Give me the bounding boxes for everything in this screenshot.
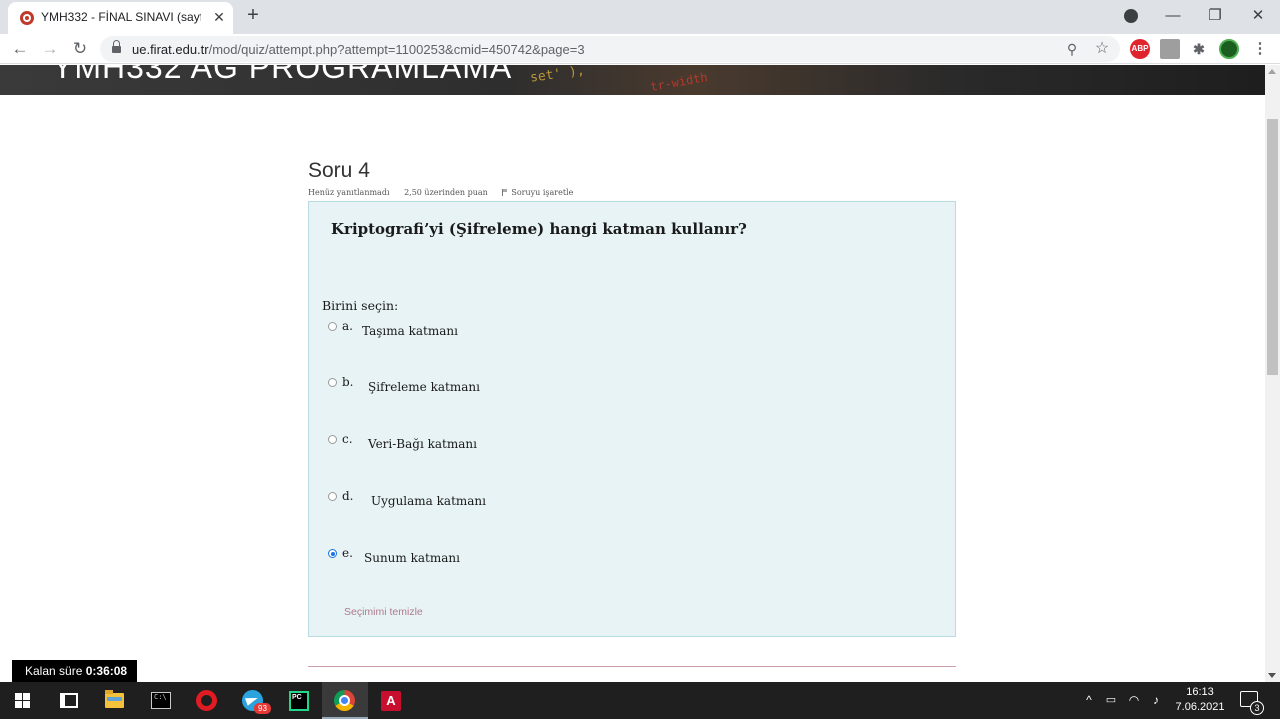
telegram-unread-badge: 93 <box>254 703 271 714</box>
answer-radio-d[interactable] <box>328 492 337 501</box>
answer-option-c[interactable]: c. Veri-Bağı katmanı <box>328 432 628 455</box>
question-info: Henüz yanıtlanmadı 2,50 üzerinden puan S… <box>308 188 597 197</box>
acrobat-button[interactable]: A <box>368 682 414 719</box>
question-text: Kriptografi’yi (Şifreleme) hangi katman … <box>331 220 747 238</box>
answer-option-e[interactable]: e. Sunum katmanı <box>328 546 628 569</box>
telegram-button[interactable]: 93 <box>230 682 276 719</box>
profile-avatar[interactable] <box>1219 39 1239 59</box>
timer-value: 0:36:08 <box>85 664 128 678</box>
section-divider <box>308 666 956 667</box>
answer-label[interactable]: Uygulama katmanı <box>371 494 486 508</box>
answer-radio-a[interactable] <box>328 322 337 331</box>
url-text[interactable]: ue.firat.edu.tr/mod/quiz/attempt.php?att… <box>132 42 585 57</box>
clock-time: 16:13 <box>1186 686 1214 698</box>
page-scrollbar[interactable] <box>1265 65 1280 682</box>
answer-radio-b[interactable] <box>328 378 337 387</box>
lock-icon[interactable] <box>112 40 121 54</box>
bookmark-star-icon[interactable]: ☆ <box>1092 39 1112 59</box>
banner-code-decoration-2: tr-width <box>649 70 709 94</box>
quiz-timer: Kalan süre 0:36:08 <box>12 660 138 682</box>
volume-icon[interactable]: ♪ <box>1146 682 1166 719</box>
new-tab-button[interactable]: + <box>242 4 264 26</box>
answer-letter: e. <box>342 546 353 560</box>
pycharm-icon: PC <box>289 691 309 711</box>
opera-icon <box>196 690 217 711</box>
answer-option-b[interactable]: b. Şifreleme katmanı <box>328 375 628 398</box>
course-banner: YMH332 AĞ PROGRAMLAMA set' ), tr-width <box>0 65 1265 95</box>
windows-taskbar: C:\ 93 PC A ^ ▭ ◠ ♪ 16:13 7.06.2021 3 <box>0 682 1280 719</box>
answer-radio-c[interactable] <box>328 435 337 444</box>
clear-choice-link[interactable]: Seçimimi temizle <box>344 606 423 618</box>
moodle-favicon-icon <box>20 11 34 25</box>
window-minimize-button[interactable]: — <box>1162 5 1184 27</box>
address-bar[interactable]: ue.firat.edu.tr/mod/quiz/attempt.php?att… <box>100 36 1120 62</box>
question-marks: 2,50 üzerinden puan <box>404 188 488 197</box>
terminal-icon: C:\ <box>151 692 171 709</box>
browser-menu-icon[interactable]: ⋮ <box>1250 39 1270 59</box>
forward-button[interactable]: → <box>38 37 62 61</box>
banner-code-decoration: set' ), <box>529 65 586 86</box>
system-clock[interactable]: 16:13 7.06.2021 <box>1170 685 1230 715</box>
wifi-icon[interactable]: ◠ <box>1124 682 1144 719</box>
zoom-icon[interactable]: ⚲ <box>1062 39 1082 59</box>
scroll-down-icon[interactable] <box>1268 673 1276 678</box>
answer-label[interactable]: Taşıma katmanı <box>362 324 458 338</box>
answer-option-a[interactable]: a. Taşıma katmanı <box>328 319 628 342</box>
show-hidden-icons-button[interactable]: ^ <box>1080 682 1098 719</box>
close-tab-icon[interactable]: ✕ <box>210 8 228 26</box>
question-content-box: Kriptografi’yi (Şifreleme) hangi katman … <box>308 201 956 637</box>
opera-button[interactable] <box>184 682 230 719</box>
answer-label[interactable]: Şifreleme katmanı <box>368 380 480 394</box>
question-number: Soru 4 <box>308 159 370 182</box>
window-restore-button[interactable]: ❐ <box>1204 5 1226 27</box>
folder-icon <box>105 690 124 708</box>
answer-letter: c. <box>342 432 353 446</box>
browser-tab-strip: YMH332 - FİNAL SINAVI (sayfa 4 / ... ✕ +… <box>0 0 1280 34</box>
answer-label[interactable]: Veri-Bağı katmanı <box>368 437 477 451</box>
terminal-button[interactable]: C:\ <box>138 682 184 719</box>
clock-date: 7.06.2021 <box>1175 701 1225 713</box>
chrome-button[interactable] <box>322 682 368 719</box>
page-viewport: YMH332 AĞ PROGRAMLAMA set' ), tr-width S… <box>0 65 1265 682</box>
flag-icon <box>502 189 508 196</box>
acrobat-icon: A <box>381 691 401 711</box>
scrollbar-thumb[interactable] <box>1267 119 1278 375</box>
answer-option-d[interactable]: d. Uygulama katmanı <box>328 489 628 512</box>
back-button[interactable]: ← <box>8 37 32 61</box>
flag-question-link[interactable]: Soruyu işaretle <box>502 188 585 197</box>
pycharm-button[interactable]: PC <box>276 682 322 719</box>
chrome-icon <box>334 690 355 711</box>
windows-logo-icon <box>15 693 31 708</box>
file-explorer-button[interactable] <box>92 682 138 719</box>
answer-letter: b. <box>342 375 354 389</box>
task-view-button[interactable] <box>46 682 92 719</box>
answer-label[interactable]: Sunum katmanı <box>364 551 460 565</box>
tab-search-button[interactable] <box>1120 5 1142 27</box>
tab-title: YMH332 - FİNAL SINAVI (sayfa 4 / ... <box>41 10 201 24</box>
task-view-icon <box>60 693 78 708</box>
answer-radio-e[interactable] <box>328 549 337 558</box>
answer-letter: a. <box>342 319 353 333</box>
answer-prompt: Birini seçin: <box>322 298 399 313</box>
scroll-up-icon[interactable] <box>1268 69 1276 74</box>
puzzle-extensions-icon[interactable]: ✱ <box>1189 39 1209 59</box>
reload-button[interactable]: ↻ <box>68 37 92 61</box>
media-extension-icon[interactable] <box>1160 39 1180 59</box>
notification-count-badge: 3 <box>1250 701 1264 715</box>
tab-search-icon <box>1124 9 1138 23</box>
question-state: Henüz yanıtlanmadı <box>308 188 390 197</box>
battery-icon[interactable]: ▭ <box>1101 682 1121 719</box>
browser-tab[interactable]: YMH332 - FİNAL SINAVI (sayfa 4 / ... ✕ <box>8 2 233 34</box>
window-close-button[interactable]: ✕ <box>1247 5 1269 27</box>
answer-letter: d. <box>342 489 354 503</box>
start-button[interactable] <box>0 682 46 719</box>
adblock-extension-icon[interactable]: ABP <box>1130 39 1150 59</box>
browser-toolbar: ← → ↻ ue.firat.edu.tr/mod/quiz/attempt.p… <box>0 34 1280 64</box>
course-title: YMH332 AĞ PROGRAMLAMA <box>52 65 513 85</box>
